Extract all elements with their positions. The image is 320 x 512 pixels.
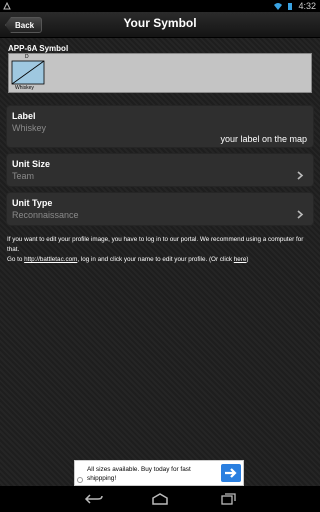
chevron-right-icon [297,171,304,180]
unit-size-value: Team [12,171,35,181]
unit-size-card[interactable]: Unit Size Team [6,153,314,187]
ad-arrow-button[interactable] [221,464,241,482]
unit-symbol-icon [11,60,45,85]
unit-type-value: Reconnaissance [12,210,79,220]
ad-banner[interactable]: All sizes available. Buy today for fast … [74,460,244,486]
symbol-preview: D Whiskey [8,53,312,93]
ad-info-icon[interactable] [77,477,83,483]
info-paragraph: If you want to edit your profile image, … [7,236,304,253]
ad-text: All sizes available. Buy today for fast … [87,466,191,482]
wifi-icon [274,3,283,10]
symbol-section-label: APP-6A Symbol [8,44,69,53]
unit-type-title: Unit Type [12,198,53,208]
info-go-to: Go to [7,256,25,263]
battery-icon [288,3,293,10]
status-time: 4:32 [298,1,316,11]
label-hint: your label on the map [220,134,307,144]
system-nav-bar [0,486,320,512]
symbol-label-text: Whiskey [15,85,34,91]
arrow-right-icon [225,468,237,478]
back-nav-icon[interactable] [84,493,104,505]
unit-type-card[interactable]: Unit Type Reconnaissance [6,192,314,226]
nav-bar: Back Your Symbol [0,12,320,38]
page-title: Your Symbol [123,16,197,30]
status-bar: 4:32 [0,0,320,12]
home-nav-icon[interactable] [150,493,170,505]
info-closing: ) [246,256,249,263]
label-card-title: Label [12,111,36,121]
info-middle: , log in and click your name to edit you… [77,256,234,263]
unit-size-title: Unit Size [12,159,51,169]
profile-info-text: If you want to edit your profile image, … [7,235,313,265]
label-value: Whiskey [12,123,47,133]
info-paragraph-links: Go to http://battletac.com, log in and c… [7,255,313,265]
here-link[interactable]: here [234,256,247,263]
label-card[interactable]: Label Whiskey your label on the map [6,105,314,148]
chevron-right-icon [297,210,304,219]
recents-nav-icon[interactable] [218,493,238,505]
notification-icon [3,2,11,10]
portal-link[interactable]: http://battletac.com [24,256,77,263]
